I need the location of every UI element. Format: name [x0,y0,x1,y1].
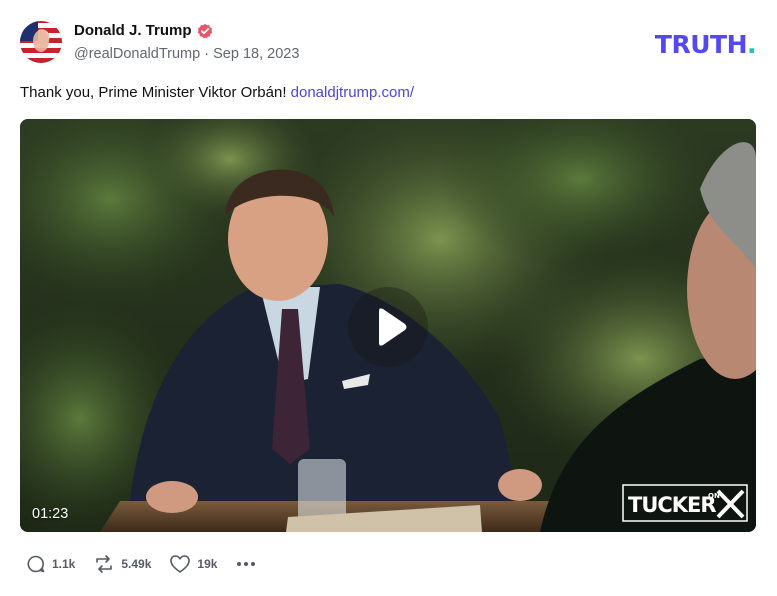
retruth-count: 5.49k [121,557,152,571]
post-text: Thank you, Prime Minister Viktor Orbán! [20,84,287,101]
author-handle[interactable]: @realDonaldTrump [74,46,200,62]
author-name-row: Donald J. Trump [74,22,213,39]
post-link[interactable]: donaldjtrump.com/ [291,84,414,101]
post-body: Thank you, Prime Minister Viktor Orbán! … [20,84,414,101]
play-icon [379,308,407,346]
more-options-button[interactable] [235,554,257,574]
retruth-icon [96,555,113,573]
more-icon [237,562,256,566]
meta-separator: · [204,46,210,62]
watermark-text: TUCKER [628,493,716,517]
reply-count: 1.1k [52,557,76,571]
logo-dot: . [747,30,757,59]
author-display-name[interactable]: Donald J. Trump [74,22,192,39]
avatar[interactable] [20,21,62,63]
heart-icon [170,555,191,573]
truth-social-logo[interactable]: TRUTH. [654,30,757,59]
video-player[interactable]: 01:23 TUCKER ON [20,119,756,532]
tucker-watermark-logo: TUCKER ON [622,484,748,522]
play-button[interactable] [348,287,428,367]
author-meta: @realDonaldTrump · Sep 18, 2023 [74,46,299,62]
retruth-button[interactable]: 5.49k [93,554,151,574]
logo-text: TRUTH [654,30,748,59]
like-button[interactable]: 19k [169,554,217,574]
video-duration: 01:23 [32,506,69,522]
post-actions: 1.1k 5.49k 19k [26,554,275,574]
reply-icon [27,555,45,573]
reply-button[interactable]: 1.1k [26,554,75,574]
like-count: 19k [197,557,218,571]
verified-badge-icon [197,23,213,39]
post-date[interactable]: Sep 18, 2023 [213,46,299,62]
